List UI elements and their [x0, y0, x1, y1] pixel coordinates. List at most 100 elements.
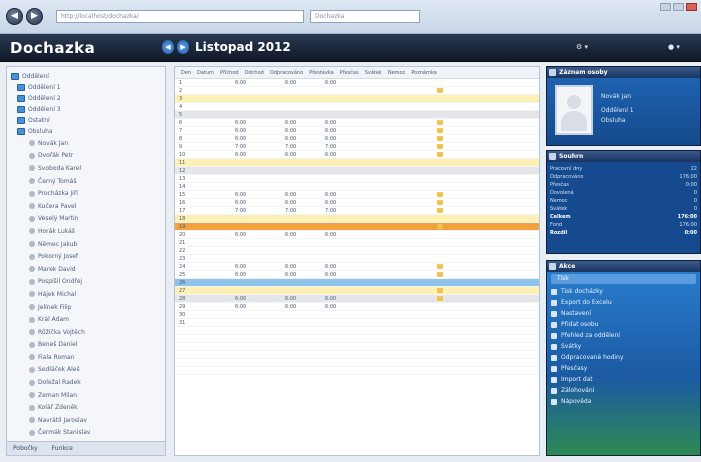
- note-flag-icon[interactable]: [437, 120, 443, 125]
- close-icon[interactable]: [686, 3, 697, 11]
- tree-person[interactable]: Hájek Michal: [11, 288, 161, 301]
- grid-column-header[interactable]: Svátek: [359, 70, 382, 76]
- address-bar[interactable]: http://localhost/dochazka/: [56, 10, 304, 23]
- table-row[interactable]: 5: [175, 111, 539, 119]
- back-icon[interactable]: ◀: [6, 8, 23, 25]
- tab-funkce[interactable]: Funkce: [52, 445, 73, 452]
- tree-person[interactable]: Pospíšil Ondřej: [11, 276, 161, 289]
- tree-person[interactable]: Čermák Stanislav: [11, 427, 161, 440]
- note-flag-icon[interactable]: [437, 288, 443, 293]
- grid-column-header[interactable]: Odchod: [239, 70, 264, 76]
- tree-person[interactable]: Beneš Daniel: [11, 339, 161, 352]
- browser-search-input[interactable]: Dochazka: [310, 10, 420, 23]
- note-flag-icon[interactable]: [437, 192, 443, 197]
- table-row[interactable]: 1 6:00 6:00 6:00: [175, 79, 539, 87]
- tree-person[interactable]: Kučera Pavel: [11, 200, 161, 213]
- minimize-icon[interactable]: [660, 3, 671, 11]
- tree-folder[interactable]: Ostatní: [11, 115, 161, 126]
- table-row[interactable]: 20 6:00 6:00 6:00: [175, 231, 539, 239]
- grid-column-header[interactable]: Odpracováno: [264, 70, 303, 76]
- table-row[interactable]: [175, 367, 539, 375]
- table-row[interactable]: 4: [175, 103, 539, 111]
- tree-person[interactable]: Marek David: [11, 263, 161, 276]
- table-row[interactable]: 8 6:00 6:00 6:00: [175, 135, 539, 143]
- tree-person[interactable]: Veselý Martin: [11, 213, 161, 226]
- table-row[interactable]: [175, 343, 539, 351]
- note-flag-icon[interactable]: [437, 200, 443, 205]
- table-row[interactable]: 15 6:00 6:00 6:00: [175, 191, 539, 199]
- actions-subheader[interactable]: Tisk: [551, 274, 696, 284]
- tree-person[interactable]: Procházka Jiří: [11, 187, 161, 200]
- maximize-icon[interactable]: [673, 3, 684, 11]
- action-item[interactable]: Odpracované hodiny: [547, 352, 700, 363]
- table-row[interactable]: [175, 335, 539, 343]
- table-row[interactable]: [175, 327, 539, 335]
- table-row[interactable]: 7 6:00 6:00 6:00: [175, 127, 539, 135]
- tree-person[interactable]: Fiala Roman: [11, 351, 161, 364]
- action-item[interactable]: Přehled za oddělení: [547, 330, 700, 341]
- action-item[interactable]: Nastavení: [547, 308, 700, 319]
- action-item[interactable]: Nápověda: [547, 396, 700, 407]
- action-item[interactable]: Přidat osobu: [547, 319, 700, 330]
- tree-person[interactable]: Černý Tomáš: [11, 175, 161, 188]
- table-row[interactable]: 12: [175, 167, 539, 175]
- note-flag-icon[interactable]: [437, 128, 443, 133]
- grid-column-header[interactable]: Přesčas: [334, 70, 359, 76]
- table-row[interactable]: [175, 359, 539, 367]
- table-row[interactable]: 25 6:00 6:00 6:00: [175, 271, 539, 279]
- table-row[interactable]: 27: [175, 287, 539, 295]
- table-row[interactable]: 29 6:00 6:00 6:00: [175, 303, 539, 311]
- table-row[interactable]: 18: [175, 215, 539, 223]
- action-item[interactable]: Zálohování: [547, 385, 700, 396]
- action-item[interactable]: Svátky: [547, 341, 700, 352]
- header-user-icon[interactable]: ● ▾: [668, 43, 680, 51]
- tree-folder[interactable]: Oddělení 3: [11, 104, 161, 115]
- tree-folder[interactable]: Oddělení: [11, 71, 161, 82]
- tree-person[interactable]: Král Adam: [11, 313, 161, 326]
- header-menu-icon[interactable]: ⚙ ▾: [576, 43, 588, 51]
- note-flag-icon[interactable]: [437, 272, 443, 277]
- table-row[interactable]: 23: [175, 255, 539, 263]
- table-row[interactable]: 6 6:00 6:00 6:00: [175, 119, 539, 127]
- tree-folder[interactable]: Oddělení 2: [11, 93, 161, 104]
- table-row[interactable]: 21: [175, 239, 539, 247]
- table-row[interactable]: 22: [175, 247, 539, 255]
- table-row[interactable]: 17 7:00 7:00 7:00: [175, 207, 539, 215]
- tree-person[interactable]: Dvořák Petr: [11, 150, 161, 163]
- tree-folder[interactable]: Oddělení 1: [11, 82, 161, 93]
- table-row[interactable]: 24 6:00 6:00 6:00: [175, 263, 539, 271]
- table-row[interactable]: 3: [175, 95, 539, 103]
- grid-column-header[interactable]: Poznámka: [405, 70, 437, 76]
- note-flag-icon[interactable]: [437, 152, 443, 157]
- grid-column-header[interactable]: Příchod: [214, 70, 239, 76]
- tree-person[interactable]: Svoboda Karel: [11, 162, 161, 175]
- action-item[interactable]: Import dat: [547, 374, 700, 385]
- tree-person[interactable]: Jelínek Filip: [11, 301, 161, 314]
- table-row[interactable]: 2: [175, 87, 539, 95]
- table-row[interactable]: 31: [175, 319, 539, 327]
- note-flag-icon[interactable]: [437, 88, 443, 93]
- table-row[interactable]: 9 7:00 7:00 7:00: [175, 143, 539, 151]
- note-flag-icon[interactable]: [437, 296, 443, 301]
- table-row[interactable]: 14: [175, 183, 539, 191]
- grid-column-header[interactable]: Přestávka: [303, 70, 333, 76]
- tree-person[interactable]: Horák Lukáš: [11, 225, 161, 238]
- grid-column-header[interactable]: Datum: [191, 70, 214, 76]
- table-row[interactable]: 16 6:00 6:00 6:00: [175, 199, 539, 207]
- tab-pobocky[interactable]: Pobočky: [13, 445, 38, 452]
- table-row[interactable]: 30: [175, 311, 539, 319]
- table-row[interactable]: [175, 351, 539, 359]
- tree-person[interactable]: Růžička Vojtěch: [11, 326, 161, 339]
- table-row[interactable]: 13: [175, 175, 539, 183]
- table-row[interactable]: 28 6:00 6:00 6:00: [175, 295, 539, 303]
- grid-column-header[interactable]: Nemoc: [382, 70, 406, 76]
- action-item[interactable]: Přesčasy: [547, 363, 700, 374]
- tree-person[interactable]: Navrátil Jaroslav: [11, 414, 161, 427]
- tree-person[interactable]: Němec Jakub: [11, 238, 161, 251]
- note-flag-icon[interactable]: [437, 224, 443, 229]
- forward-icon[interactable]: ▶: [26, 8, 43, 25]
- prev-month-button[interactable]: ◀: [162, 40, 174, 54]
- tree-person[interactable]: Pokorný Josef: [11, 250, 161, 263]
- table-row[interactable]: 19: [175, 223, 539, 231]
- next-month-button[interactable]: ▶: [177, 40, 189, 54]
